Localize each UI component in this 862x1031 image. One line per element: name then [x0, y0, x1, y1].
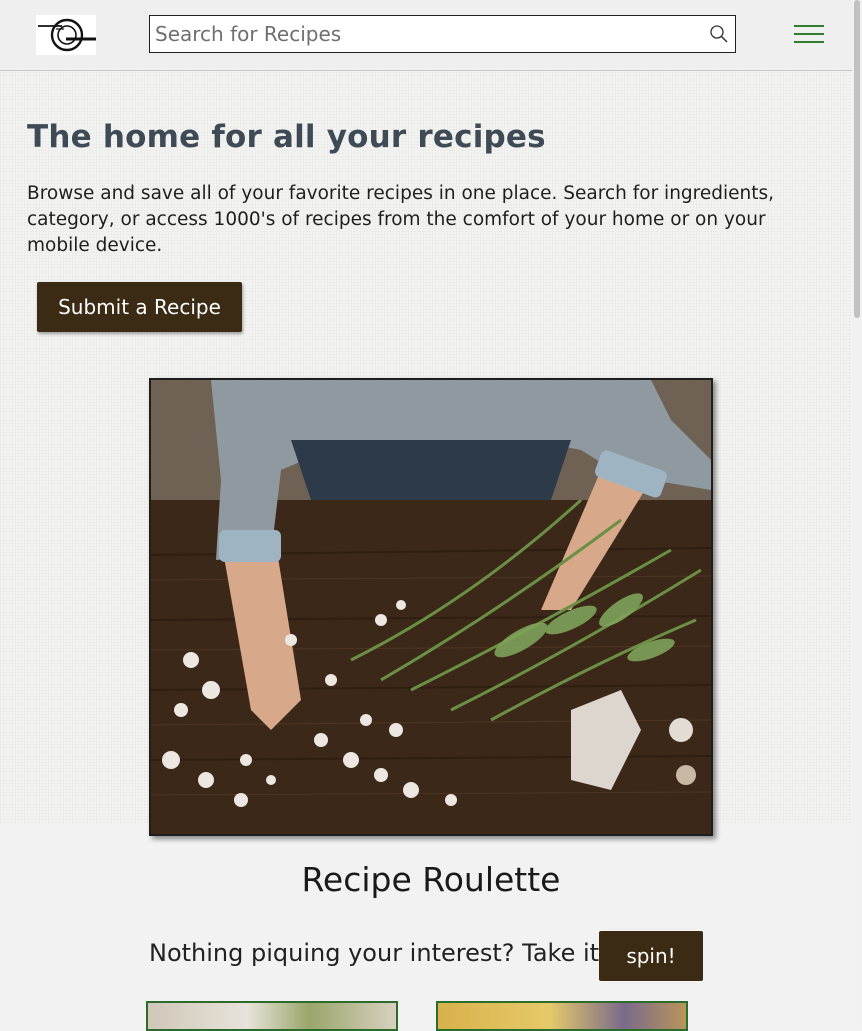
- roulette-title: Recipe Roulette: [301, 860, 561, 899]
- search-bar: [149, 15, 736, 53]
- site-logo[interactable]: [36, 15, 96, 55]
- flower-arranging-photo: [151, 380, 711, 834]
- recipe-card-2[interactable]: [436, 1001, 688, 1031]
- plate-logo-icon: [38, 18, 96, 52]
- scrollbar-thumb[interactable]: [854, 0, 860, 318]
- submit-recipe-button[interactable]: Submit a Recipe: [37, 282, 242, 332]
- menu-bar-top: [794, 25, 824, 27]
- spin-button[interactable]: spin!: [599, 931, 703, 981]
- hamburger-menu-icon[interactable]: [794, 25, 824, 47]
- menu-bar-bottom: [794, 41, 824, 43]
- hero-title: The home for all your recipes: [27, 119, 546, 155]
- search-icon[interactable]: [709, 24, 729, 44]
- site-header: [0, 0, 852, 71]
- recipe-card-1[interactable]: [146, 1001, 398, 1031]
- hero-description: Browse and save all of your favorite rec…: [27, 183, 775, 256]
- page-scrollbar[interactable]: [852, 0, 862, 1024]
- search-input[interactable]: [155, 16, 695, 52]
- menu-bar-middle: [794, 33, 824, 35]
- hero-photo: [149, 378, 713, 836]
- roulette-prompt: Nothing piquing your interest? Take it f…: [149, 939, 662, 967]
